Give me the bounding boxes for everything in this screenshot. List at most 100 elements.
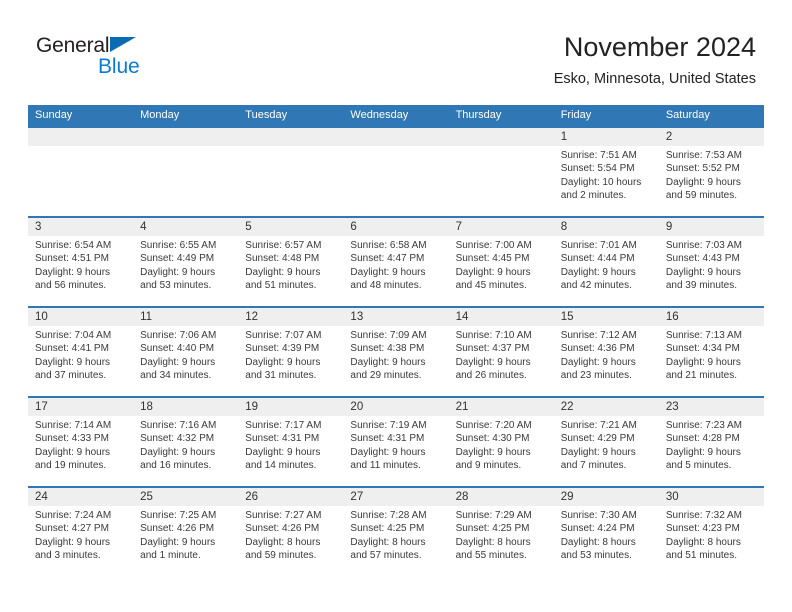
daylight-text-line2: and 53 minutes. xyxy=(560,550,632,562)
day-number[interactable]: 19 xyxy=(238,398,343,416)
week-date-strip: 17 18 19 20 21 22 23 xyxy=(28,398,764,416)
sunset-text: Sunset: 4:31 PM xyxy=(350,433,425,445)
week-detail-strip: Sunrise: 6:54 AM Sunset: 4:51 PM Dayligh… xyxy=(28,236,764,306)
day-cell: Sunrise: 6:55 AM Sunset: 4:49 PM Dayligh… xyxy=(133,236,238,306)
day-number[interactable] xyxy=(343,128,448,146)
daylight-text-line2: and 26 minutes. xyxy=(455,370,527,382)
daylight-text-line2: and 23 minutes. xyxy=(560,370,632,382)
day-number[interactable]: 21 xyxy=(449,398,554,416)
sunset-text: Sunset: 4:28 PM xyxy=(665,433,740,445)
week-date-strip: 3 4 5 6 7 8 9 xyxy=(28,218,764,236)
day-cell: Sunrise: 7:30 AM Sunset: 4:24 PM Dayligh… xyxy=(554,506,659,576)
sunrise-text: Sunrise: 7:10 AM xyxy=(455,330,532,341)
daylight-text-line2: and 9 minutes. xyxy=(455,460,522,472)
day-cell: Sunrise: 6:54 AM Sunset: 4:51 PM Dayligh… xyxy=(28,236,133,306)
daylight-text-line1: Daylight: 10 hours xyxy=(560,176,642,188)
sunrise-text: Sunrise: 7:24 AM xyxy=(35,510,112,521)
day-number[interactable]: 26 xyxy=(238,488,343,506)
day-cell: Sunrise: 7:04 AM Sunset: 4:41 PM Dayligh… xyxy=(28,326,133,396)
week-row: 1 2 Sunrise: 7:51 AM Sunset: 5:54 PM Day… xyxy=(28,126,764,216)
day-number[interactable]: 22 xyxy=(554,398,659,416)
sunrise-text: Sunrise: 7:51 AM xyxy=(560,150,637,161)
day-cell: Sunrise: 7:29 AM Sunset: 4:25 PM Dayligh… xyxy=(449,506,554,576)
page-title: November 2024 xyxy=(563,32,756,62)
daylight-text-line1: Daylight: 8 hours xyxy=(350,536,426,548)
daylight-text-line2: and 55 minutes. xyxy=(455,550,527,562)
daylight-text-line1: Daylight: 9 hours xyxy=(350,446,426,458)
day-number[interactable]: 4 xyxy=(133,218,238,236)
sunset-text: Sunset: 4:27 PM xyxy=(35,523,109,535)
day-number[interactable]: 5 xyxy=(238,218,343,236)
day-number[interactable]: 10 xyxy=(28,308,133,326)
day-cell xyxy=(238,146,343,216)
day-number[interactable]: 1 xyxy=(554,128,659,146)
day-cell: Sunrise: 7:01 AM Sunset: 4:44 PM Dayligh… xyxy=(554,236,659,306)
day-number[interactable]: 2 xyxy=(659,128,764,146)
daylight-text-line2: and 42 minutes. xyxy=(560,280,632,292)
sunset-text: Sunset: 4:36 PM xyxy=(560,343,635,355)
day-number[interactable]: 16 xyxy=(659,308,764,326)
daylight-text-line1: Daylight: 9 hours xyxy=(665,176,741,188)
day-cell: Sunrise: 7:53 AM Sunset: 5:52 PM Dayligh… xyxy=(659,146,764,216)
daylight-text-line2: and 11 minutes. xyxy=(350,460,421,472)
weekday-header-thursday: Thursday xyxy=(455,109,502,121)
day-number[interactable]: 15 xyxy=(554,308,659,326)
day-number[interactable]: 12 xyxy=(238,308,343,326)
day-cell xyxy=(28,146,133,216)
weekday-header-saturday: Saturday xyxy=(665,109,710,121)
daylight-text-line1: Daylight: 9 hours xyxy=(350,266,426,278)
day-number[interactable]: 3 xyxy=(28,218,133,236)
day-number[interactable]: 29 xyxy=(554,488,659,506)
daylight-text-line2: and 21 minutes. xyxy=(665,370,738,382)
day-number[interactable]: 14 xyxy=(449,308,554,326)
daylight-text-line1: Daylight: 9 hours xyxy=(560,446,636,458)
day-cell: Sunrise: 7:13 AM Sunset: 4:34 PM Dayligh… xyxy=(659,326,764,396)
sunset-text: Sunset: 4:39 PM xyxy=(245,343,320,355)
week-detail-strip: Sunrise: 7:24 AM Sunset: 4:27 PM Dayligh… xyxy=(28,506,764,576)
day-cell: Sunrise: 7:19 AM Sunset: 4:31 PM Dayligh… xyxy=(343,416,448,486)
day-number[interactable] xyxy=(28,128,133,146)
day-cell: Sunrise: 7:20 AM Sunset: 4:30 PM Dayligh… xyxy=(449,416,554,486)
sunrise-text: Sunrise: 7:00 AM xyxy=(455,240,532,251)
day-number[interactable] xyxy=(238,128,343,146)
day-number[interactable]: 25 xyxy=(133,488,238,506)
day-number[interactable] xyxy=(133,128,238,146)
day-number[interactable]: 7 xyxy=(449,218,554,236)
day-number[interactable]: 8 xyxy=(554,218,659,236)
day-number[interactable]: 11 xyxy=(133,308,238,326)
triangle-flag-icon xyxy=(110,37,136,52)
sunrise-text: Sunrise: 7:19 AM xyxy=(350,420,427,431)
daylight-text-line2: and 56 minutes. xyxy=(35,280,107,292)
general-blue-logo[interactable]: General Blue xyxy=(36,34,226,86)
day-number[interactable]: 27 xyxy=(343,488,448,506)
day-number[interactable] xyxy=(449,128,554,146)
sunset-text: Sunset: 4:43 PM xyxy=(665,253,740,265)
day-number[interactable]: 30 xyxy=(659,488,764,506)
day-number[interactable]: 6 xyxy=(343,218,448,236)
sunset-text: Sunset: 4:48 PM xyxy=(245,253,320,265)
day-number[interactable]: 13 xyxy=(343,308,448,326)
daylight-text-line1: Daylight: 9 hours xyxy=(560,356,636,368)
daylight-text-line1: Daylight: 9 hours xyxy=(140,266,216,278)
sunrise-text: Sunrise: 7:03 AM xyxy=(665,240,742,251)
day-number[interactable]: 23 xyxy=(659,398,764,416)
day-number[interactable]: 9 xyxy=(659,218,764,236)
sunset-text: Sunset: 4:34 PM xyxy=(665,343,740,355)
sunset-text: Sunset: 4:25 PM xyxy=(350,523,425,535)
day-number[interactable]: 20 xyxy=(343,398,448,416)
daylight-text-line2: and 39 minutes. xyxy=(665,280,738,292)
day-number[interactable]: 24 xyxy=(28,488,133,506)
daylight-text-line1: Daylight: 8 hours xyxy=(665,536,741,548)
daylight-text-line1: Daylight: 9 hours xyxy=(350,356,426,368)
day-cell: Sunrise: 6:58 AM Sunset: 4:47 PM Dayligh… xyxy=(343,236,448,306)
logo-text-blue: Blue xyxy=(98,55,140,78)
daylight-text-line1: Daylight: 8 hours xyxy=(245,536,321,548)
day-number[interactable]: 17 xyxy=(28,398,133,416)
daylight-text-line1: Daylight: 9 hours xyxy=(35,446,111,458)
sunset-text: Sunset: 4:40 PM xyxy=(140,343,215,355)
day-number[interactable]: 18 xyxy=(133,398,238,416)
daylight-text-line2: and 7 minutes. xyxy=(560,460,627,472)
week-row: 24 25 26 27 28 29 30 Sunrise: 7:24 AM Su… xyxy=(28,486,764,576)
day-number[interactable]: 28 xyxy=(449,488,554,506)
calendar-grid: Sunday Monday Tuesday Wednesday Thursday… xyxy=(28,105,764,576)
